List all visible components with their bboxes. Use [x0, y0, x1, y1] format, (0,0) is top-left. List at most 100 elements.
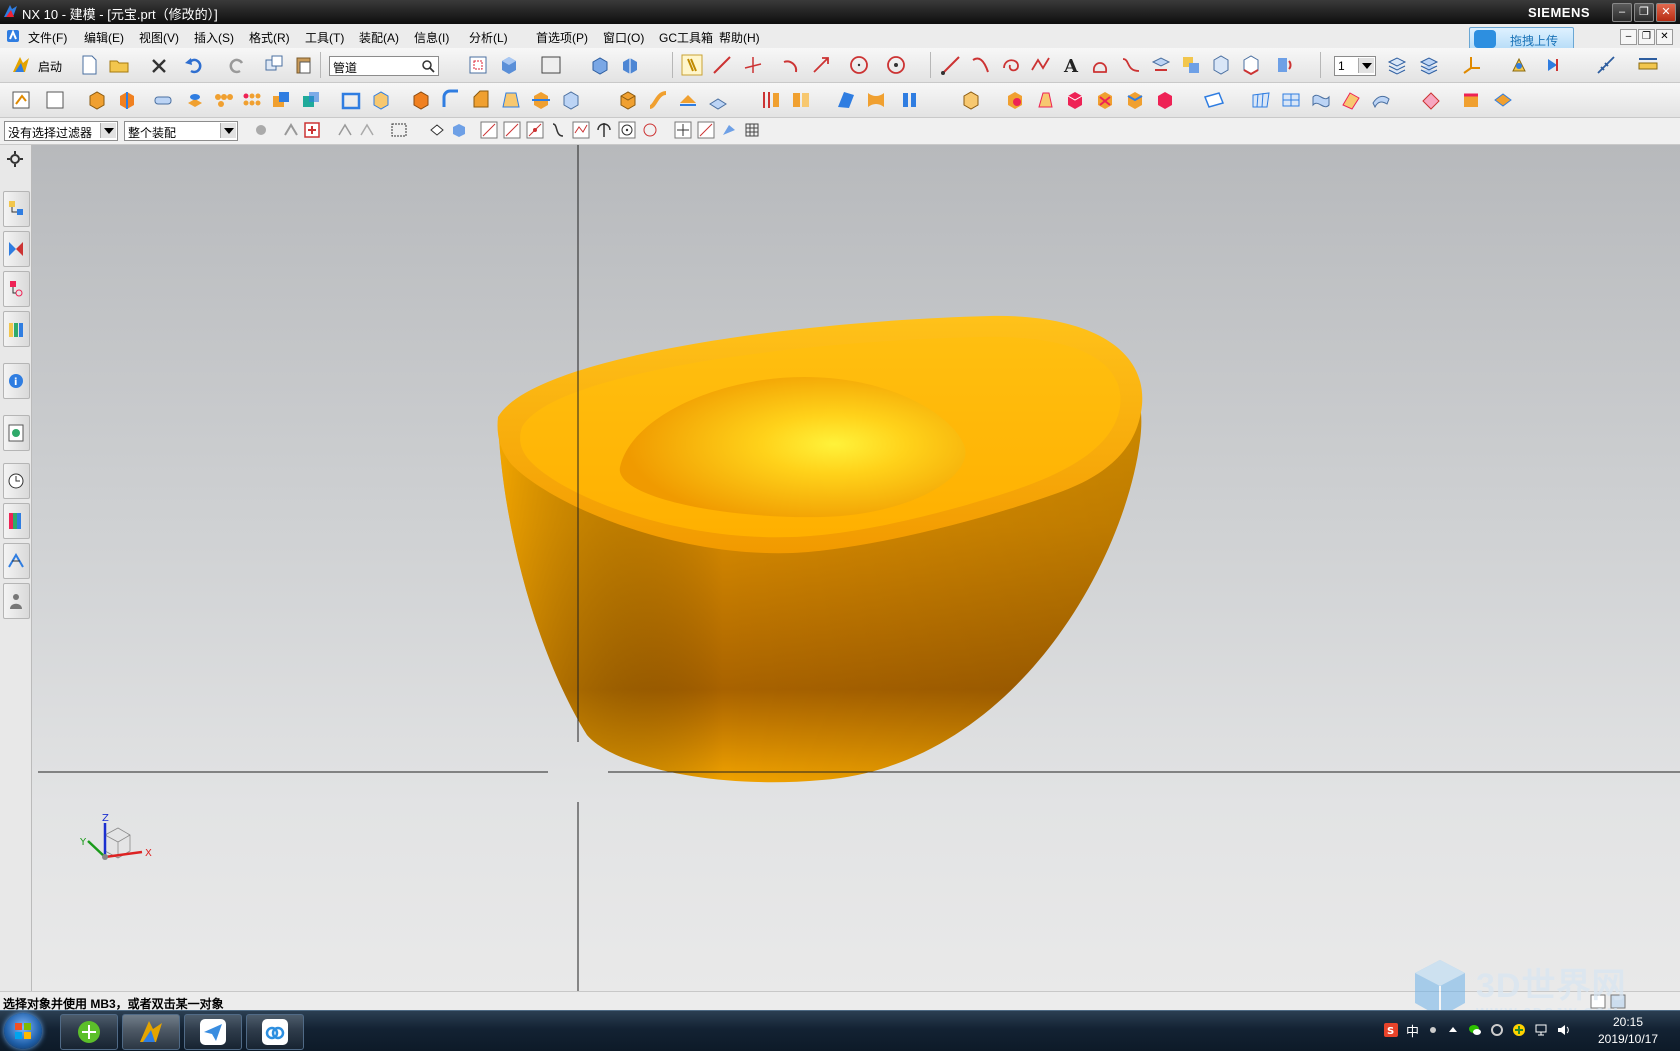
- reset-filter-icon[interactable]: [282, 121, 300, 139]
- replace-face-icon[interactable]: [1064, 89, 1086, 111]
- orient-view-icon[interactable]: [1545, 54, 1567, 76]
- menu-gc-toolkit[interactable]: GC工具箱: [659, 29, 713, 46]
- menu-format[interactable]: 格式(R): [249, 29, 290, 46]
- grid-snap-icon[interactable]: [743, 121, 761, 139]
- undo-icon[interactable]: [183, 54, 205, 76]
- copy-icon[interactable]: [263, 54, 285, 76]
- ime-dot-icon[interactable]: [1426, 1023, 1440, 1037]
- sew-icon[interactable]: [960, 89, 982, 111]
- subtract-icon[interactable]: [300, 89, 322, 111]
- taskbar-browser-app[interactable]: [60, 1014, 118, 1050]
- patch-icon[interactable]: [1004, 89, 1026, 111]
- constraint-navigator-tab[interactable]: [3, 231, 30, 267]
- snap-tangent-icon[interactable]: [595, 121, 613, 139]
- delete-face-icon[interactable]: [1094, 89, 1116, 111]
- unite-icon[interactable]: [270, 89, 292, 111]
- fillet-curve-icon[interactable]: [810, 54, 832, 76]
- emboss-icon[interactable]: [707, 89, 729, 111]
- menu-insert[interactable]: 插入(S): [194, 29, 234, 46]
- edge-blend-icon[interactable]: [440, 89, 462, 111]
- process-studio-tab[interactable]: [3, 543, 30, 579]
- command-finder-input[interactable]: 管道: [329, 56, 439, 76]
- pattern-feature-icon[interactable]: [212, 89, 234, 111]
- line-icon[interactable]: [711, 54, 733, 76]
- type-filter-select[interactable]: 没有选择过滤器: [4, 121, 118, 141]
- snap-link-icon[interactable]: [681, 54, 703, 76]
- draft-icon[interactable]: [500, 89, 522, 111]
- gear-icon[interactable]: [7, 151, 23, 167]
- maximize-button[interactable]: ❐: [1634, 3, 1654, 22]
- menu-preferences[interactable]: 首选项(P): [536, 29, 588, 46]
- hd3d-tools-tab[interactable]: i: [3, 363, 30, 399]
- network-icon[interactable]: [1534, 1023, 1548, 1037]
- fit-view-icon[interactable]: [467, 54, 489, 76]
- snap-point-on-curve-icon[interactable]: [697, 121, 715, 139]
- extrude-icon[interactable]: [86, 89, 108, 111]
- datum-plane-icon[interactable]: [1203, 89, 1225, 111]
- intersect-curve-icon[interactable]: [1180, 54, 1202, 76]
- rectangle-select-icon[interactable]: [390, 121, 408, 139]
- new-file-icon[interactable]: [78, 54, 100, 76]
- select-face-icon[interactable]: [428, 121, 446, 139]
- doc-minimize-button[interactable]: –: [1620, 29, 1637, 45]
- bridge-curve-icon[interactable]: [1120, 54, 1142, 76]
- sketch-plane-icon[interactable]: [44, 89, 66, 111]
- project-curve-icon[interactable]: [1150, 54, 1172, 76]
- offset-curve-icon[interactable]: [1090, 54, 1112, 76]
- tray-expand-icon[interactable]: [1446, 1023, 1460, 1037]
- sync-icon[interactable]: [1490, 1023, 1504, 1037]
- pattern-geometry-icon[interactable]: [240, 89, 262, 111]
- hole-icon[interactable]: [184, 89, 206, 111]
- taskbar-feishu-app[interactable]: [184, 1014, 242, 1050]
- offset-face-icon[interactable]: [370, 89, 392, 111]
- menu-assemblies[interactable]: 装配(A): [359, 29, 399, 46]
- menu-analysis[interactable]: 分析(L): [469, 29, 508, 46]
- studio-spline-icon[interactable]: [970, 54, 992, 76]
- through-curve-mesh-icon[interactable]: [790, 89, 812, 111]
- gear-filter-icon[interactable]: [252, 121, 270, 139]
- history-tab[interactable]: [3, 463, 30, 499]
- system-materials-tab[interactable]: [3, 503, 30, 539]
- snap-circle-center-icon[interactable]: [618, 121, 636, 139]
- shell-icon[interactable]: [340, 89, 362, 111]
- snap-control-point-icon[interactable]: [526, 121, 544, 139]
- assembly-navigator-tab[interactable]: [3, 191, 30, 227]
- reuse-library-tab[interactable]: [3, 311, 30, 347]
- sweep-icon[interactable]: [647, 89, 669, 111]
- deselect-icon[interactable]: [358, 121, 376, 139]
- menu-information[interactable]: 信息(I): [414, 29, 449, 46]
- menu-view[interactable]: 视图(V): [139, 29, 179, 46]
- snap-existing-point-icon[interactable]: [674, 121, 692, 139]
- menu-file[interactable]: 文件(F): [28, 29, 67, 46]
- enlarge-surface-icon[interactable]: [1340, 89, 1362, 111]
- redo-icon[interactable]: [226, 54, 248, 76]
- select-all-icon[interactable]: [303, 121, 321, 139]
- ruled-surface-icon[interactable]: [835, 89, 857, 111]
- minimize-button[interactable]: –: [1612, 3, 1632, 22]
- snap-midpoint-icon[interactable]: [503, 121, 521, 139]
- x-form-icon[interactable]: [1280, 89, 1302, 111]
- menu-window[interactable]: 窗口(O): [603, 29, 644, 46]
- surface-grid-icon[interactable]: [1250, 89, 1272, 111]
- block-icon[interactable]: [410, 89, 432, 111]
- view-triad-icon[interactable]: [1508, 54, 1530, 76]
- section-curve-icon[interactable]: [1210, 54, 1232, 76]
- snap-endpoint-icon[interactable]: [480, 121, 498, 139]
- paste-icon[interactable]: [293, 54, 315, 76]
- taskbar-baidu-netdisk-app[interactable]: [246, 1014, 304, 1050]
- web-browser-tab[interactable]: [3, 415, 30, 451]
- isoparametric-curve-icon[interactable]: [1275, 54, 1297, 76]
- doc-close-button[interactable]: ✕: [1656, 29, 1673, 45]
- datum-csys-icon[interactable]: [742, 54, 764, 76]
- snap-arc-center-icon[interactable]: [572, 121, 590, 139]
- helix-icon[interactable]: [1000, 54, 1022, 76]
- menu-tools[interactable]: 工具(T): [305, 29, 344, 46]
- taskbar-nx-app[interactable]: [122, 1014, 180, 1050]
- law-extension-icon[interactable]: [1370, 89, 1392, 111]
- through-curves-icon[interactable]: [760, 89, 782, 111]
- sketch-icon[interactable]: [10, 89, 32, 111]
- split-body-icon[interactable]: [560, 89, 582, 111]
- background-color-icon[interactable]: [540, 54, 562, 76]
- move-face-icon[interactable]: [1124, 89, 1146, 111]
- nx-menu-icon[interactable]: [6, 29, 20, 43]
